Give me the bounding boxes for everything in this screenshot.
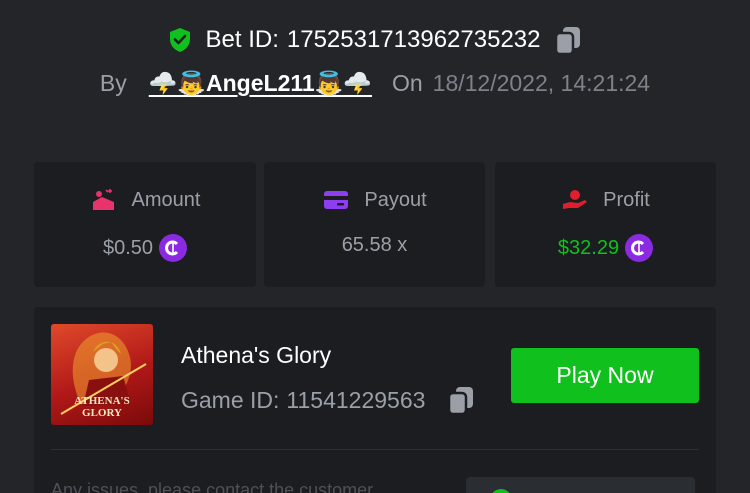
bet-id-value: 1752531713962735232	[286, 26, 541, 53]
by-label: By	[99, 69, 127, 96]
amount-icon	[92, 189, 114, 210]
profit-value: $32.29	[557, 236, 620, 259]
athena-art-icon: ATHENA'S GLORY	[60, 332, 147, 419]
support-text: Any issues, please contact the customer	[51, 480, 374, 493]
support-button[interactable]	[466, 477, 695, 493]
amount-label: Amount	[131, 188, 201, 211]
play-now-button[interactable]: Play Now	[511, 348, 699, 403]
game-thumbnail[interactable]: ATHENA'S GLORY	[51, 324, 153, 425]
profit-label: Profit	[603, 188, 650, 211]
profit-card: Profit $32.29	[495, 162, 716, 287]
game-id-value: 11541229563	[286, 386, 426, 413]
thumb-title-line1: ATHENA'S	[74, 395, 129, 407]
bet-id-row: Bet ID: 1752531713962735232	[0, 22, 750, 58]
copy-icon[interactable]	[554, 25, 582, 55]
support-status-icon	[490, 489, 512, 493]
amount-card: Amount $0.50	[34, 162, 256, 287]
wallet-icon	[324, 191, 349, 209]
shield-check-icon	[169, 28, 190, 52]
payout-card: Payout 65.58 x	[264, 162, 485, 287]
copy-icon[interactable]	[447, 385, 475, 415]
payout-value: 65.58 x	[341, 234, 408, 256]
game-card: ATHENA'S GLORY Athena's Glory Game ID: 1…	[34, 307, 716, 493]
bet-id-label: Bet ID:	[205, 26, 279, 53]
game-title[interactable]: Athena's Glory	[181, 342, 331, 369]
divider	[51, 449, 699, 450]
amount-value: $0.50	[102, 236, 154, 259]
bet-date: 18/12/2022, 14:21:24	[432, 69, 651, 96]
bet-meta-row: By 🌩️👼AngeL211👼🌩️ On 18/12/2022, 14:21:2…	[0, 66, 750, 100]
username-link[interactable]: 🌩️👼AngeL211👼🌩️	[149, 70, 372, 97]
payout-label: Payout	[364, 188, 427, 211]
thumb-title-line2: GLORY	[82, 407, 122, 419]
game-id-row: Game ID: 11541229563	[181, 385, 475, 415]
coin-icon	[159, 234, 188, 262]
game-id-label: Game ID:	[181, 386, 280, 413]
on-label: On	[391, 69, 423, 96]
coin-icon	[625, 234, 654, 262]
profit-hand-icon	[563, 190, 588, 209]
